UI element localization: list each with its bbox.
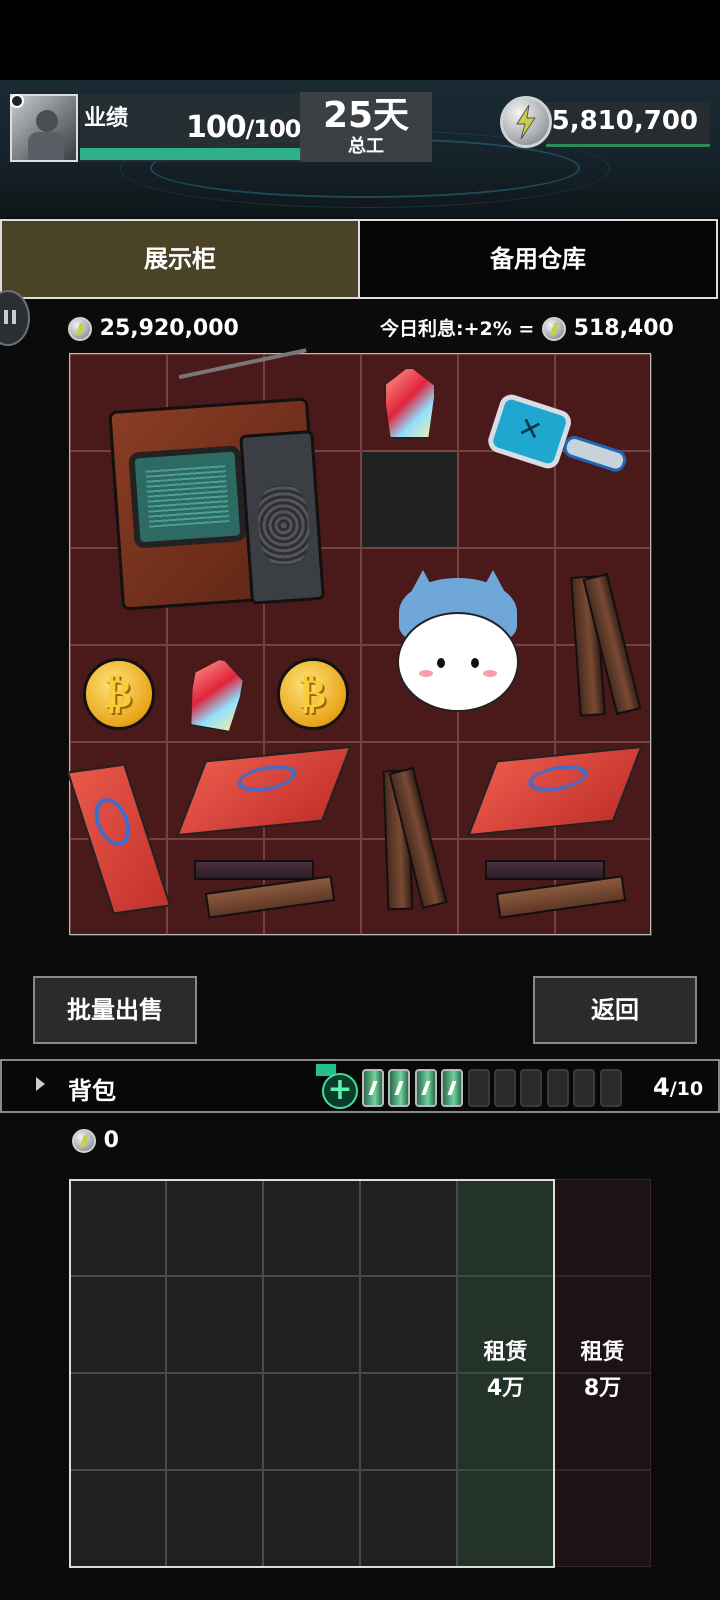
day-value: 25天: [322, 95, 410, 136]
backpack-cell[interactable]: [263, 1276, 360, 1373]
tab-display-cabinet[interactable]: 展示柜: [0, 219, 360, 299]
bars-item[interactable]: [361, 742, 458, 936]
cabinet-total: 25,920,000: [68, 316, 239, 341]
money-value: 5,810,700: [551, 106, 698, 136]
day-label: 总工: [348, 136, 384, 157]
rent-slot-cell[interactable]: [457, 1179, 554, 1276]
status-bar: [0, 0, 720, 80]
expand-arrow-icon[interactable]: [36, 1077, 45, 1091]
performance-bar: [80, 148, 302, 160]
battery-empty-icon: [520, 1069, 543, 1107]
crystal-icon: [184, 654, 248, 734]
backpack-title: 背包: [68, 1077, 116, 1105]
top-header: 业绩 100/100 25天 总工 5,810,700: [0, 80, 720, 218]
bitcoin-item[interactable]: ₿: [70, 645, 167, 742]
battery-filled-icon: [362, 1069, 384, 1107]
cabinet-total-value: 25,920,000: [99, 316, 239, 341]
rent-slot-cell[interactable]: [554, 1179, 651, 1276]
meta-deed-icon: [66, 763, 171, 915]
battery-filled-icon: [414, 1069, 437, 1107]
rent-slot-cell[interactable]: [457, 1470, 554, 1567]
battery-empty-icon: [546, 1069, 569, 1107]
crystal-icon: [383, 366, 436, 439]
battery-empty-icon: [494, 1069, 516, 1107]
battery-empty-icon: [467, 1069, 490, 1107]
backpack-cell[interactable]: [166, 1179, 263, 1276]
backpack-cell[interactable]: [69, 1276, 166, 1373]
interest-label: 今日利息:+2% =: [380, 318, 535, 340]
cat-plush-icon: [393, 570, 523, 720]
rent-label-1[interactable]: 租赁 4万: [457, 1335, 554, 1407]
backpack-cell[interactable]: [69, 1470, 166, 1567]
meta-deed-item[interactable]: [66, 742, 171, 936]
rent-slot-cell[interactable]: [554, 1470, 651, 1567]
backpack-cell[interactable]: [263, 1470, 360, 1567]
bitcoin-item[interactable]: ₿: [264, 645, 361, 742]
backpack-cell[interactable]: [166, 1373, 263, 1470]
backpack-cell[interactable]: [263, 1179, 360, 1276]
backpack-cell[interactable]: [263, 1373, 360, 1470]
battery-filled-icon: [441, 1069, 464, 1107]
bars-icon: [569, 570, 642, 720]
performance-label: 业绩: [84, 106, 129, 131]
crystal-item[interactable]: [361, 354, 458, 451]
daily-interest: 今日利息:+2% = 518,400: [380, 314, 674, 341]
battery-empty-icon: [573, 1069, 596, 1107]
batch-sell-button[interactable]: 批量出售: [33, 976, 197, 1044]
performance-value: 100/100: [186, 110, 301, 145]
performance-bar-fill: [80, 148, 302, 160]
rent-label-2[interactable]: 租赁 8万: [554, 1335, 651, 1407]
bars-item[interactable]: [167, 839, 361, 936]
coin-icon: [541, 317, 566, 341]
empty-slot[interactable]: [361, 451, 458, 548]
meta-deed-icon: [467, 745, 643, 836]
backpack-grid: 租赁 4万 租赁 8万: [69, 1179, 651, 1568]
backpack-cell[interactable]: [69, 1179, 166, 1276]
backpack-cell[interactable]: [166, 1276, 263, 1373]
backpack-money-value: 0: [103, 1128, 119, 1153]
tab-backup-warehouse[interactable]: 备用仓库: [358, 219, 718, 299]
retro-tv-item[interactable]: [80, 348, 350, 634]
battery-filled-icon: [388, 1069, 411, 1107]
meta-deed-item[interactable]: [167, 742, 361, 839]
backpack-cell[interactable]: [360, 1179, 457, 1276]
coin-icon: [72, 1129, 96, 1153]
robot-item[interactable]: [458, 364, 652, 524]
day-counter: 25天 总工: [300, 92, 432, 162]
backpack-count: 4/10: [653, 1073, 704, 1101]
add-capacity-button[interactable]: +: [322, 1073, 358, 1109]
battery-empty-icon: [599, 1069, 622, 1107]
backpack-cell[interactable]: [360, 1276, 457, 1373]
cat-plush-item[interactable]: [361, 548, 555, 742]
backpack-cell[interactable]: [360, 1470, 457, 1567]
backpack-cell[interactable]: [166, 1470, 263, 1567]
energy-coin-icon: [500, 96, 552, 148]
meta-deed-item[interactable]: [458, 742, 652, 839]
crystal-item[interactable]: [167, 645, 264, 742]
bars-icon: [485, 858, 627, 919]
bitcoin-icon: ₿: [82, 657, 155, 730]
robot-icon: [471, 383, 638, 505]
bars-item[interactable]: [458, 839, 652, 936]
settings-gear-icon[interactable]: [10, 94, 24, 108]
coin-icon: [68, 317, 92, 341]
back-button[interactable]: 返回: [533, 976, 697, 1044]
backpack-header[interactable]: 背包 + 4/10: [0, 1059, 720, 1113]
bitcoin-icon: ₿: [276, 657, 349, 730]
interest-value: 518,400: [573, 316, 674, 341]
backpack-cell[interactable]: [360, 1373, 457, 1470]
bars-icon: [375, 764, 448, 914]
bars-icon: [194, 858, 336, 919]
avatar[interactable]: [10, 94, 78, 162]
retro-tv-icon: [108, 348, 325, 611]
money-box: 5,810,700: [546, 102, 710, 144]
display-cabinet-grid: ₿ ₿: [66, 348, 652, 936]
backpack-cell[interactable]: [69, 1373, 166, 1470]
bars-item[interactable]: [555, 548, 652, 742]
backpack-money: 0: [72, 1128, 119, 1153]
meta-deed-icon: [176, 745, 352, 836]
